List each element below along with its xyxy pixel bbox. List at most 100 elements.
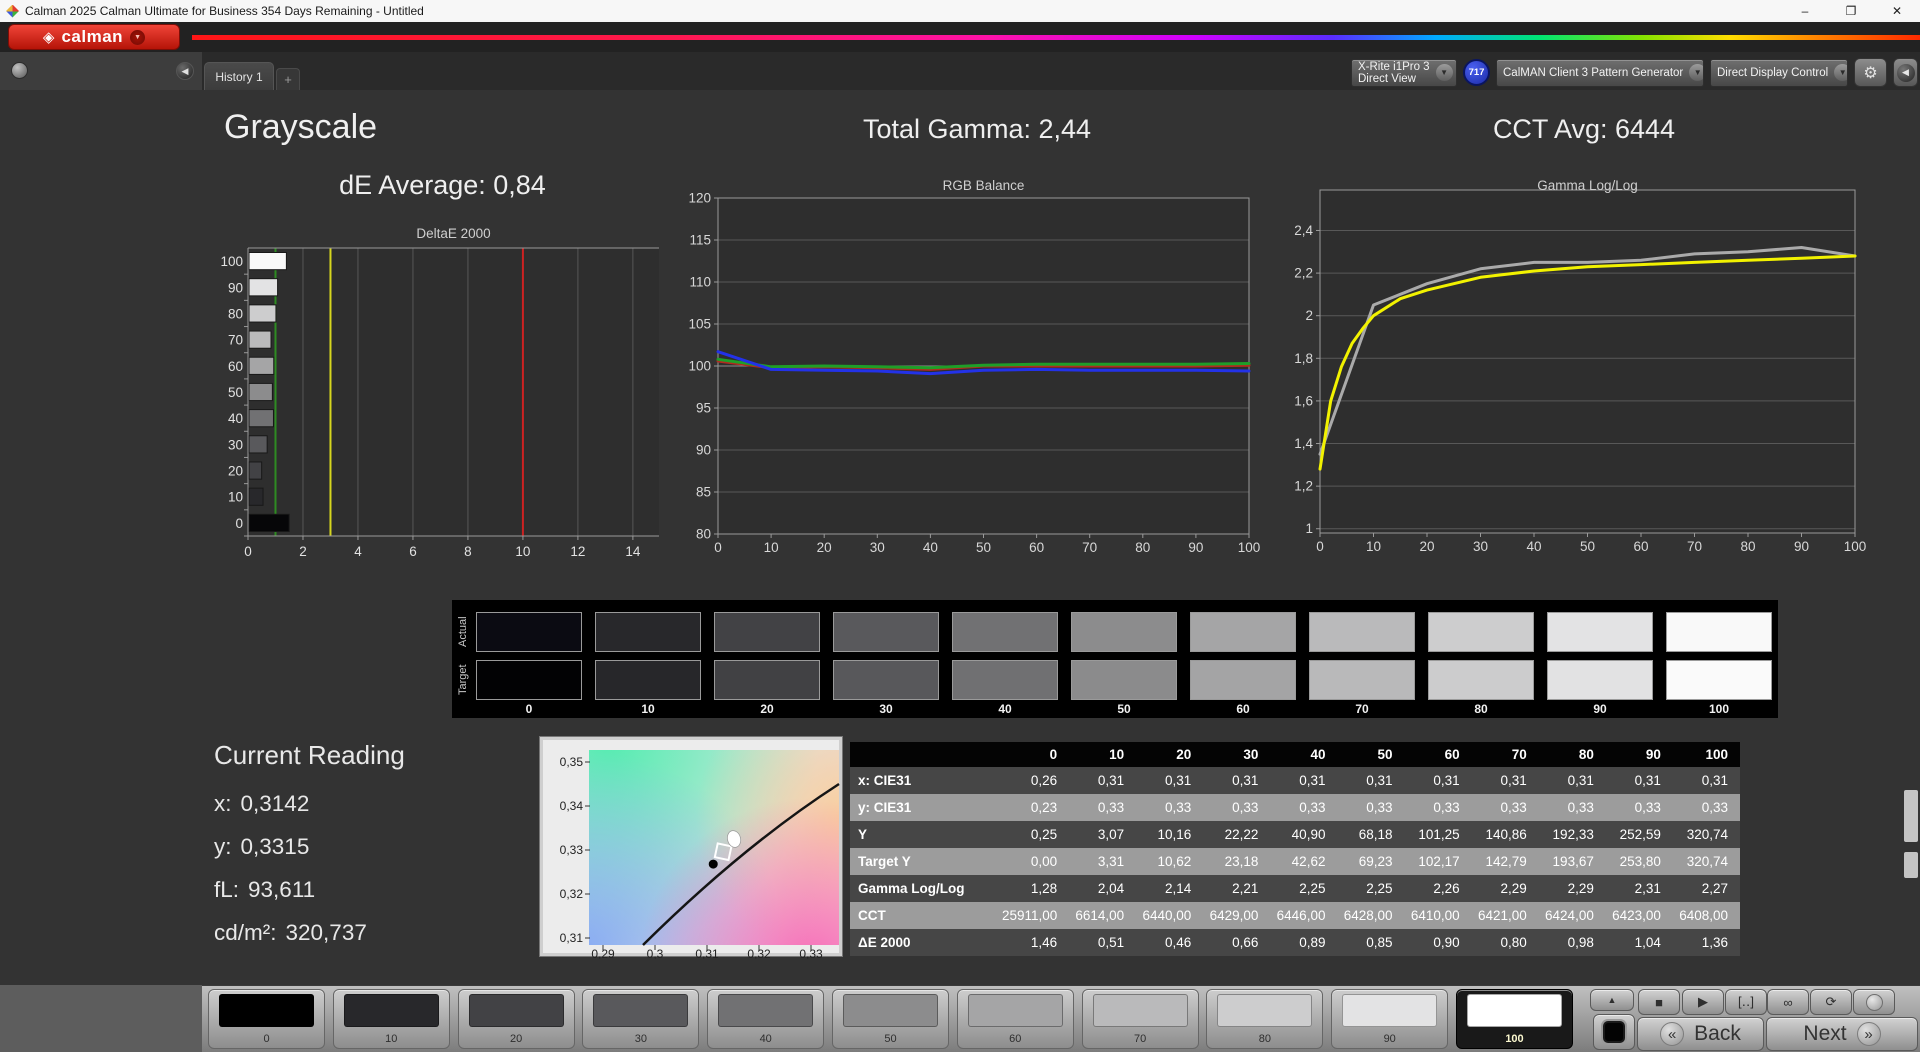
pattern-level-button-70[interactable]: 70 xyxy=(1082,989,1199,1049)
svg-text:85: 85 xyxy=(696,485,711,500)
panel-pin-button[interactable] xyxy=(11,62,28,79)
table-cell: 0,80 xyxy=(1472,935,1539,950)
actual-swatch-80 xyxy=(1428,612,1534,652)
pattern-generator-dropdown[interactable]: CalMAN Client 3 Pattern Generator ▼ xyxy=(1496,59,1704,87)
svg-text:80: 80 xyxy=(696,527,711,542)
target-swatch-50 xyxy=(1071,660,1177,700)
play-button[interactable]: ▶ xyxy=(1682,989,1724,1015)
cie-measured-dot xyxy=(709,860,718,869)
table-header-cell: 30 xyxy=(1203,747,1270,762)
gear-icon: ⚙ xyxy=(1863,63,1877,83)
tab-history-1[interactable]: History 1 xyxy=(204,62,274,90)
calman-menu-button[interactable]: ◈ calman ▼ xyxy=(8,24,180,50)
settings-button[interactable]: ⚙ xyxy=(1854,58,1887,87)
pattern-level-button-20[interactable]: 20 xyxy=(458,989,575,1049)
pattern-level-button-10[interactable]: 10 xyxy=(333,989,450,1049)
svg-text:1,4: 1,4 xyxy=(1294,436,1313,451)
svg-text:0: 0 xyxy=(235,516,243,531)
titlebar: Calman 2025 Calman Ultimate for Business… xyxy=(0,0,1920,22)
back-icon: « xyxy=(1660,1022,1684,1046)
main-content: Grayscale dE Average: 0,84 Total Gamma: … xyxy=(0,90,1920,985)
cie-diagram-overlay: 0,350,340,330,320,310,290,30,310,320,33 xyxy=(543,740,845,953)
pattern-level-button-0[interactable]: 0 xyxy=(208,989,325,1049)
table-row-y-cie31: y: CIE310,230,330,330,330,330,330,330,33… xyxy=(850,794,1740,821)
svg-text:0: 0 xyxy=(1316,539,1324,554)
pattern-generator-chevron-icon[interactable]: ▼ xyxy=(1689,64,1704,81)
pattern-level-swatch xyxy=(344,994,439,1027)
table-cell: 0,31 xyxy=(1472,773,1539,788)
table-row-label: Gamma Log/Log xyxy=(850,881,1002,896)
svg-text:40: 40 xyxy=(923,540,938,555)
table-row-cct: CCT25911,006614,006440,006429,006446,006… xyxy=(850,902,1740,929)
pattern-level-button-40[interactable]: 40 xyxy=(707,989,824,1049)
pattern-level-button-100[interactable]: 100 xyxy=(1456,989,1573,1049)
table-cell: 252,59 xyxy=(1606,827,1673,842)
svg-text:110: 110 xyxy=(689,275,711,290)
pattern-level-button-30[interactable]: 30 xyxy=(582,989,699,1049)
actual-swatch-90 xyxy=(1547,612,1653,652)
svg-text:1: 1 xyxy=(1305,521,1313,536)
add-tab-button[interactable]: + xyxy=(276,68,300,90)
table-cell: 1,46 xyxy=(1002,935,1069,950)
target-swatch-60 xyxy=(1190,660,1296,700)
table-cell: 2,25 xyxy=(1337,881,1404,896)
svg-text:10: 10 xyxy=(764,540,779,555)
next-button[interactable]: Next » xyxy=(1766,1017,1918,1051)
table-cell: 0,33 xyxy=(1136,800,1203,815)
status-led[interactable] xyxy=(1853,989,1895,1015)
pattern-level-swatch xyxy=(219,994,314,1027)
svg-text:2,4: 2,4 xyxy=(1294,223,1313,238)
table-cell: 0,31 xyxy=(1673,773,1740,788)
pattern-window-button[interactable] xyxy=(1593,1014,1635,1050)
rgb-balance-chart-title: RGB Balance xyxy=(718,178,1249,193)
panel-edge-handle[interactable] xyxy=(1904,852,1918,878)
svg-text:0,33: 0,33 xyxy=(560,843,584,857)
table-row-gamma-log-log: Gamma Log/Log1,282,042,142,212,252,252,2… xyxy=(850,875,1740,902)
continuous-measure-button[interactable]: ∞ xyxy=(1767,989,1809,1015)
table-cell: 25911,00 xyxy=(1002,908,1069,923)
swatch-level-label: 20 xyxy=(714,702,820,716)
toolbar-collapse-button[interactable]: ◀ xyxy=(1893,58,1918,87)
calman-window: Calman 2025 Calman Ultimate for Business… xyxy=(0,0,1920,1052)
actual-swatch-50 xyxy=(1071,612,1177,652)
svg-text:80: 80 xyxy=(1740,539,1755,554)
display-control-dropdown[interactable]: Direct Display Control ▼ xyxy=(1710,59,1848,87)
logo-menu-chevron-icon[interactable]: ▼ xyxy=(130,30,145,45)
svg-text:40: 40 xyxy=(228,411,243,426)
loop-button[interactable]: ⟳ xyxy=(1810,989,1852,1015)
table-header-cell: 100 xyxy=(1673,747,1740,762)
pattern-level-button-80[interactable]: 80 xyxy=(1206,989,1323,1049)
pattern-level-swatch xyxy=(968,994,1063,1027)
tab-bar: ◀ History 1 + X-Rite i1Pro 3Direct View … xyxy=(0,52,1920,90)
table-cell: 40,90 xyxy=(1270,827,1337,842)
target-swatch-100 xyxy=(1666,660,1772,700)
table-cell: 0,90 xyxy=(1405,935,1472,950)
meter-badge[interactable]: 717 xyxy=(1463,59,1490,86)
next-label: Next xyxy=(1803,1022,1846,1046)
single-measure-button[interactable]: [‥] xyxy=(1725,989,1767,1015)
pattern-panel-collapse-button[interactable]: ▲ xyxy=(1590,989,1634,1011)
reading-x: x:0,3142 xyxy=(214,791,405,817)
pattern-level-button-50[interactable]: 50 xyxy=(832,989,949,1049)
meter-chevron-icon[interactable]: ▼ xyxy=(1436,64,1453,81)
restore-button[interactable]: ❐ xyxy=(1828,0,1874,22)
stop-button[interactable]: ■ xyxy=(1638,989,1680,1015)
sidebar-top-strip: ◀ xyxy=(0,52,202,90)
pattern-level-button-90[interactable]: 90 xyxy=(1331,989,1448,1049)
table-cell: 0,51 xyxy=(1069,935,1136,950)
back-button[interactable]: « Back xyxy=(1637,1017,1764,1051)
close-button[interactable]: ✕ xyxy=(1874,0,1920,22)
minimize-button[interactable]: – xyxy=(1782,0,1828,22)
panel-edge-handle[interactable] xyxy=(1904,790,1918,842)
svg-text:70: 70 xyxy=(1687,539,1702,554)
led-icon xyxy=(1866,994,1883,1011)
display-control-chevron-icon[interactable]: ▼ xyxy=(1834,64,1848,81)
table-cell: 0,89 xyxy=(1270,935,1337,950)
sidebar-collapse-icon[interactable]: ◀ xyxy=(176,62,194,80)
svg-text:90: 90 xyxy=(228,280,243,295)
svg-text:105: 105 xyxy=(688,317,711,332)
pattern-level-label: 80 xyxy=(1207,1033,1322,1045)
pattern-level-button-60[interactable]: 60 xyxy=(957,989,1074,1049)
meter-dropdown[interactable]: X-Rite i1Pro 3Direct View ▼ xyxy=(1351,59,1457,87)
svg-text:20: 20 xyxy=(228,464,243,479)
